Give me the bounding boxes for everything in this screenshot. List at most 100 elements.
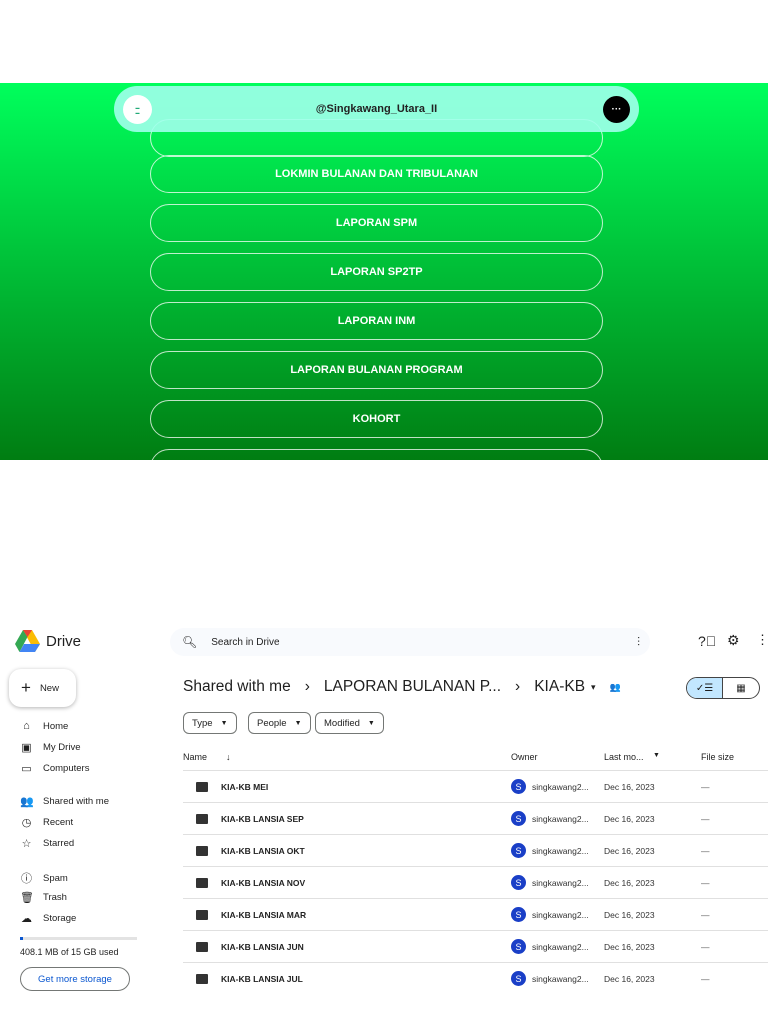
new-button[interactable]: + New bbox=[9, 669, 76, 707]
file-name: KIA-KB LANSIA OKT bbox=[221, 845, 305, 856]
help-icon[interactable]: ?⃝ bbox=[698, 633, 716, 649]
sidebar-item[interactable]: ▭ Computers bbox=[20, 762, 89, 775]
filter-chip[interactable]: People ▼ bbox=[248, 712, 311, 734]
col-modified[interactable]: Last mo... bbox=[604, 752, 644, 762]
link-button[interactable]: LOKMIN BULANAN DAN TRIBULANAN bbox=[150, 155, 603, 193]
search-placeholder: Search in Drive bbox=[211, 636, 280, 648]
file-size: — bbox=[701, 845, 710, 856]
search-options-icon[interactable]: ⫶ bbox=[637, 635, 640, 650]
file-size: — bbox=[701, 909, 710, 920]
drive-logo-icon bbox=[15, 630, 40, 652]
filter-chip[interactable]: Type ▼ bbox=[183, 712, 237, 734]
sidebar-item[interactable]: ▣ My Drive bbox=[20, 741, 80, 754]
apps-icon[interactable]: ⋮⋮ bbox=[756, 632, 768, 648]
sidebar-label: My Drive bbox=[43, 742, 81, 753]
modified-date: Dec 16, 2023 bbox=[604, 845, 655, 856]
table-row[interactable]: KIA-KB MEI Ssingkawang2... Dec 16, 2023 — bbox=[183, 770, 768, 802]
link-button[interactable]: KOHORT bbox=[150, 400, 603, 438]
sidebar-item[interactable]: ◷ Recent bbox=[20, 816, 73, 829]
sidebar-label: Home bbox=[43, 720, 69, 732]
sidebar-icon: 🗑 bbox=[20, 892, 34, 904]
modified-date: Dec 16, 2023 bbox=[604, 941, 655, 952]
shared-folder-icon bbox=[196, 973, 208, 984]
sidebar-label: Starred bbox=[43, 838, 75, 849]
app-name: Drive bbox=[46, 632, 82, 650]
sidebar-label: Recent bbox=[43, 817, 74, 828]
chevron-down-icon: ▼ bbox=[294, 719, 302, 727]
sidebar-icon: ☁ bbox=[21, 913, 32, 925]
shared-folder-icon bbox=[196, 813, 208, 824]
link-button-partial[interactable] bbox=[150, 449, 603, 460]
filter-chip[interactable]: Modified ▼ bbox=[315, 712, 384, 734]
link-button[interactable]: LAPORAN SPM bbox=[150, 204, 603, 242]
storage-bar bbox=[20, 937, 137, 940]
search-icon: 🔍︎ bbox=[182, 635, 198, 649]
breadcrumb-current[interactable]: KIA-KB bbox=[534, 678, 585, 696]
sidebar-item[interactable]: 👥 Shared with me bbox=[20, 795, 109, 808]
sidebar-label: Spam bbox=[43, 872, 68, 884]
sort-arrow-icon[interactable]: ↓ bbox=[226, 752, 231, 762]
new-label: New bbox=[39, 682, 59, 694]
sidebar-item[interactable]: ⓘ Spam bbox=[20, 870, 68, 886]
modified-date: Dec 16, 2023 bbox=[604, 781, 655, 792]
table-row[interactable]: KIA-KB LANSIA OKT Ssingkawang2... Dec 16, … bbox=[183, 834, 768, 866]
table-row[interactable]: KIA-KB LANSIA NOV Ssingkawang2... Dec 16, … bbox=[183, 866, 768, 898]
link-button[interactable]: LAPORAN BULANAN PROGRAM bbox=[150, 351, 603, 389]
owner-avatar: S bbox=[511, 875, 526, 890]
owner: singkawang2... bbox=[532, 877, 589, 888]
table-row[interactable]: KIA-KB LANSIA SEP Ssingkawang2... Dec 16, … bbox=[183, 802, 768, 834]
plus-icon: + bbox=[21, 678, 31, 697]
modified-date: Dec 16, 2023 bbox=[604, 973, 655, 984]
shared-folder-icon bbox=[196, 781, 208, 792]
file-size: — bbox=[701, 941, 710, 952]
sidebar-item[interactable]: ⌂ Home bbox=[20, 720, 68, 732]
table-row[interactable]: KIA-KB LANSIA MAR Ssingkawang2... Dec 16, … bbox=[183, 898, 768, 930]
sidebar-label: Computers bbox=[43, 763, 90, 774]
view-toggle[interactable]: ✓☰ ▦ bbox=[686, 677, 760, 699]
sidebar-label: Storage bbox=[43, 913, 77, 924]
get-more-storage-button[interactable]: Get more storage bbox=[20, 967, 130, 991]
col-name[interactable]: Name bbox=[183, 752, 207, 762]
table-row[interactable]: KIA-KB LANSIA JUL Ssingkawang2... Dec 16, … bbox=[183, 962, 768, 994]
chevron-down-icon: ▼ bbox=[220, 719, 228, 727]
link-button[interactable]: LAPORAN SP2TP bbox=[150, 253, 603, 291]
sidebar-icon: ⌂ bbox=[23, 720, 30, 732]
modified-date: Dec 16, 2023 bbox=[604, 909, 655, 920]
owner-avatar: S bbox=[511, 907, 526, 922]
sidebar-item[interactable]: ☁ Storage bbox=[20, 912, 76, 925]
more-button[interactable]: ··· bbox=[603, 96, 630, 123]
search-input[interactable]: 🔍︎ Search in Drive ⫶ bbox=[170, 628, 650, 656]
link-button[interactable]: LAPORAN INM bbox=[150, 302, 603, 340]
sidebar-label: Trash bbox=[43, 892, 67, 903]
file-name: KIA-KB MEI bbox=[221, 781, 269, 792]
settings-icon[interactable]: ⚙ bbox=[727, 632, 740, 649]
chip-label: Modified bbox=[324, 717, 360, 729]
chip-label: People bbox=[257, 717, 287, 729]
col-size[interactable]: File size bbox=[701, 752, 734, 762]
breadcrumb-shared[interactable]: Shared with me bbox=[183, 678, 291, 696]
drive-logo: Drive bbox=[15, 630, 81, 652]
col-owner[interactable]: Owner bbox=[511, 752, 538, 762]
chevron-down-icon[interactable]: ▾ bbox=[591, 682, 596, 693]
sidebar-item[interactable]: 🗑 Trash bbox=[20, 891, 67, 904]
linktree-panel: LOKMIN BULANAN DAN TRIBULANAN LAPORAN SPM… bbox=[0, 83, 768, 460]
breadcrumb: Shared with me › LAPORAN BULANAN P... › KI… bbox=[183, 678, 621, 696]
table-row[interactable]: KIA-KB LANSIA JUN Ssingkawang2... Dec 16, … bbox=[183, 930, 768, 962]
sidebar-icon: ⓘ bbox=[21, 873, 32, 885]
owner-avatar: S bbox=[511, 843, 526, 858]
shared-folder-icon bbox=[196, 845, 208, 856]
file-name: KIA-KB LANSIA MAR bbox=[221, 909, 307, 920]
sidebar-icon: 👥 bbox=[20, 796, 34, 808]
sidebar-icon: ◷ bbox=[21, 817, 32, 829]
sidebar-item[interactable]: ☆ Starred bbox=[20, 837, 75, 850]
file-size: — bbox=[701, 813, 710, 824]
dropdown-icon[interactable]: ▼ bbox=[653, 752, 660, 759]
owner: singkawang2... bbox=[532, 845, 589, 856]
breadcrumb-laporan[interactable]: LAPORAN BULANAN P... bbox=[324, 678, 501, 696]
list-view-icon[interactable]: ✓☰ bbox=[687, 678, 724, 698]
chevron-down-icon: ▼ bbox=[367, 719, 375, 727]
sidebar-icon: ▣ bbox=[21, 742, 32, 754]
google-drive: Drive 🔍︎ Search in Drive ⫶ ?⃝ ⚙ ⋮⋮ +New … bbox=[0, 620, 768, 1024]
grid-view-icon[interactable]: ▦ bbox=[723, 678, 759, 698]
owner: singkawang2... bbox=[532, 909, 589, 920]
